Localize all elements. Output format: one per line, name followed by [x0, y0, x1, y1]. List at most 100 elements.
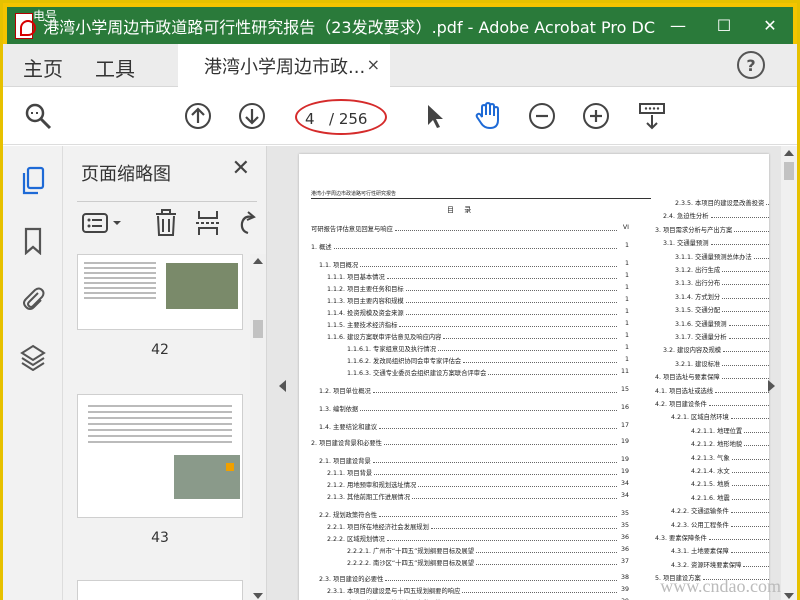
- toc-entry[interactable]: 3.1.6. 交通量预测: [655, 319, 769, 328]
- close-panel-icon[interactable]: ✕: [232, 156, 250, 181]
- toc-entry[interactable]: 2.1.1. 项目背景 19: [311, 468, 629, 477]
- scroll-up-icon[interactable]: [253, 258, 263, 264]
- toc-page-number: 34: [620, 480, 629, 487]
- toc-entry[interactable]: 2.3.5. 本项目的建设是改善投资: [655, 198, 769, 207]
- zoom-in-icon[interactable]: [581, 101, 611, 131]
- thumbnail-scrollbar[interactable]: [250, 254, 266, 600]
- toc-entry[interactable]: 1.1.1. 项目基本情况 1: [311, 272, 629, 281]
- toc-entry[interactable]: 4.2.1.5. 地质: [655, 479, 769, 488]
- toc-entry[interactable]: 1. 概述 1: [311, 242, 629, 251]
- expand-right-pane-icon[interactable]: [768, 380, 775, 392]
- toc-entry[interactable]: 2. 项目建设背景和必要性 19: [311, 438, 629, 447]
- toc-entry[interactable]: 4. 项目选址与要素保障: [655, 372, 769, 381]
- extract-pages-icon[interactable]: [193, 208, 223, 238]
- toc-entry[interactable]: 3.2.1. 建设标准: [655, 359, 769, 368]
- toc-entry[interactable]: 4.2.1.6. 地震: [655, 493, 769, 502]
- toc-entry[interactable]: 1.1.4. 投资规模及资金来源 1: [311, 308, 629, 317]
- toc-entry-title: 4.1. 项目选址或选线: [655, 387, 714, 395]
- toc-entry[interactable]: 3.2. 建设内容及规模: [655, 345, 769, 354]
- toc-entry[interactable]: 可研报告评估意见回复与响应 VI: [311, 224, 629, 233]
- toc-entry[interactable]: 1.3. 编制依据 16: [311, 404, 629, 413]
- toc-entry[interactable]: 4.2.2. 交通运输条件: [655, 506, 769, 515]
- page-thumbnail[interactable]: [77, 254, 243, 330]
- page-thumbnails-icon[interactable]: [18, 166, 48, 196]
- toc-entry[interactable]: 4.2.1.1. 地理位置: [655, 426, 769, 435]
- toc-entry[interactable]: 2.2.2.2. 南沙区“十四五”规划纲要目标及展望 37: [311, 558, 629, 567]
- delete-page-icon[interactable]: [151, 208, 181, 238]
- toc-entry[interactable]: 2.2.2.1. 广州市“十四五”规划纲要目标及展望 36: [311, 546, 629, 555]
- page-thumbnail[interactable]: [77, 580, 243, 600]
- toc-entry[interactable]: 4.2.1. 区域自然环境: [655, 412, 769, 421]
- scroll-down-icon[interactable]: [784, 593, 794, 599]
- tab-tools[interactable]: 工具: [95, 53, 135, 82]
- toc-entry[interactable]: 4.2.1.2. 地形地貌: [655, 439, 769, 448]
- toc-entry[interactable]: 1.2. 项目单位概况 15: [311, 386, 629, 395]
- attachments-icon[interactable]: [18, 284, 48, 314]
- toc-entry-title: 2.3.1. 本项目的建设是与十四五规划纲要的响应: [327, 588, 461, 595]
- tab-home[interactable]: 主页: [23, 53, 63, 82]
- toc-entry[interactable]: 1.1.3. 项目主要内容和规模 1: [311, 296, 629, 305]
- scroll-mode-icon[interactable]: [637, 101, 667, 131]
- search-icon[interactable]: [23, 101, 53, 131]
- toc-entry[interactable]: 2.2.2. 区域规划情况 36: [311, 534, 629, 543]
- previous-page-icon[interactable]: [183, 101, 213, 131]
- maximize-button[interactable]: ☐: [701, 9, 747, 43]
- toc-entry[interactable]: 4.2.3. 公用工程条件: [655, 520, 769, 529]
- rotate-page-icon[interactable]: [231, 208, 261, 238]
- toc-entry[interactable]: 2.2. 规划政策符合性 35: [311, 510, 629, 519]
- scroll-up-icon[interactable]: [784, 150, 794, 156]
- toc-entry[interactable]: 3.1.5. 交通分配: [655, 305, 769, 314]
- toc-entry[interactable]: 2.4. 急迫性分析: [655, 211, 769, 220]
- toc-entry[interactable]: 4.2. 项目建设条件: [655, 399, 769, 408]
- hand-tool-icon[interactable]: [473, 101, 503, 131]
- toc-entry[interactable]: 2.1. 项目建设背景 19: [311, 456, 629, 465]
- scrollbar-thumb[interactable]: [784, 162, 794, 180]
- toc-entry[interactable]: 3.1.7. 交通量分析: [655, 332, 769, 341]
- toc-entry[interactable]: 1.1.2. 项目主要任务和目标 1: [311, 284, 629, 293]
- toc-dot-leader: [721, 372, 769, 380]
- toc-entry[interactable]: 2.3. 项目建设的必要性 38: [311, 574, 629, 583]
- toc-entry[interactable]: 3.1.1. 交通量预测总体办法: [655, 252, 769, 261]
- toc-entry[interactable]: 4.3. 要素保障条件: [655, 533, 769, 542]
- toc-entry[interactable]: 1.1.6.2. 发改局组织协同会审专家评估会 1: [311, 356, 629, 365]
- toc-entry[interactable]: 1.1. 项目概况 1: [311, 260, 629, 269]
- close-window-button[interactable]: ✕: [747, 9, 793, 43]
- toc-entry[interactable]: 1.1.6. 建设方案联审评估意见及响应内容 1: [311, 332, 629, 341]
- tab-document[interactable]: 港湾小学周边市政... ×: [178, 44, 390, 87]
- toc-entry[interactable]: 2.3.1. 本项目的建设是与十四五规划纲要的响应 39: [311, 586, 629, 595]
- collapse-panel-icon[interactable]: [279, 380, 286, 392]
- select-cursor-icon[interactable]: [419, 101, 449, 131]
- zoom-out-icon[interactable]: [527, 101, 557, 131]
- toc-entry[interactable]: 1.4. 主要结论和建议 17: [311, 422, 629, 431]
- page-thumbnail[interactable]: [77, 394, 243, 518]
- toc-entry[interactable]: 2.2.1. 项目所在地经济社会发展规划 35: [311, 522, 629, 531]
- toc-entry[interactable]: 1.1.6.3. 交通专业委员会组织建设方案联合评审会 11: [311, 368, 629, 377]
- toc-entry[interactable]: 3.1.2. 出行生成: [655, 265, 769, 274]
- document-scrollbar[interactable]: [781, 146, 797, 600]
- toc-dot-leader: [412, 492, 617, 499]
- toc-entry-title: 4.3.2. 资源环境要素保障: [671, 561, 742, 569]
- next-page-icon[interactable]: [237, 101, 267, 131]
- toc-entry[interactable]: 3.1.3. 出行分布: [655, 278, 769, 287]
- toc-entry[interactable]: 1.1.6.1. 专家组意见及执行情况 1: [311, 344, 629, 353]
- options-menu-icon[interactable]: [81, 208, 125, 238]
- toc-entry[interactable]: 3.1.4. 方式划分: [655, 292, 769, 301]
- scrollbar-thumb[interactable]: [253, 320, 263, 338]
- toc-entry[interactable]: 4.2.1.3. 气象: [655, 453, 769, 462]
- toc-entry[interactable]: 2.1.3. 其他前期工作进展情况 34: [311, 492, 629, 501]
- toc-entry-title: 2.3. 项目建设的必要性: [319, 576, 384, 583]
- help-button[interactable]: ?: [737, 51, 765, 79]
- toc-entry[interactable]: 3. 项目需求分析与产出方案: [655, 225, 769, 234]
- layers-icon[interactable]: [18, 342, 48, 372]
- bookmarks-icon[interactable]: [18, 226, 48, 256]
- toc-entry[interactable]: 2.1.2. 用地预审和规划选址情况 34: [311, 480, 629, 489]
- toc-entry[interactable]: 4.3.1. 土地要素保障: [655, 546, 769, 555]
- toc-entry[interactable]: 1.1.5. 主要技术经济指标 1: [311, 320, 629, 329]
- minimize-button[interactable]: —: [655, 9, 701, 43]
- close-tab-icon[interactable]: ×: [367, 55, 380, 74]
- scroll-down-icon[interactable]: [253, 593, 263, 599]
- toc-entry[interactable]: 4.3.2. 资源环境要素保障: [655, 560, 769, 569]
- toc-entry[interactable]: 4.1. 项目选址或选线: [655, 386, 769, 395]
- toc-entry[interactable]: 3.1. 交通量预测: [655, 238, 769, 247]
- toc-entry[interactable]: 4.2.1.4. 水文: [655, 466, 769, 475]
